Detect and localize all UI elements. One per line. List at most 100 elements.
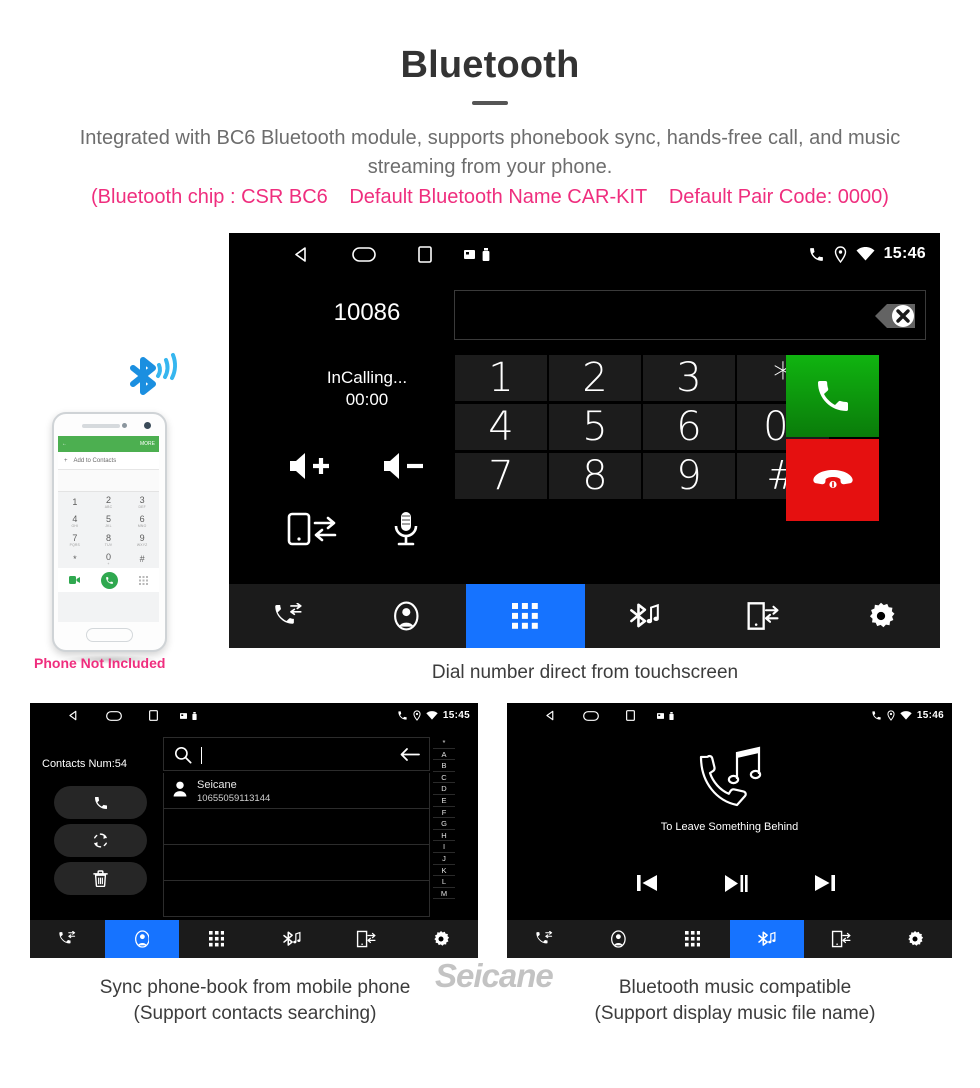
mute-mic-button[interactable] [361,505,451,553]
settings-gear-icon [432,930,450,948]
alpha-index-g[interactable]: G [433,818,455,830]
dial-key-8[interactable]: 8 [549,453,641,499]
phone-key-4: 4 GHI [71,513,79,528]
contacts-nav-bar[interactable] [30,920,478,958]
android-home-icon[interactable] [583,710,599,721]
play-pause-button[interactable] [714,868,758,898]
nav-settings-gear-button[interactable] [403,920,478,958]
usb-icon [192,711,197,720]
title-divider [472,101,508,105]
phone-sensor [122,423,127,428]
alpha-index-a[interactable]: A [433,749,455,761]
contacts-caption: Sync phone-book from mobile phone (Suppo… [10,975,500,1027]
call-timer: 00:00 [345,390,389,409]
alpha-index-b[interactable]: B [433,760,455,772]
end-call-button[interactable] [786,439,879,521]
dialer-clock: 15:46 [883,245,926,262]
nav-call-log-button[interactable] [229,584,348,648]
dial-key-4[interactable]: 4 [455,404,547,450]
alpha-index-k[interactable]: K [433,865,455,877]
table-row[interactable] [163,809,430,845]
spec-chip: (Bluetooth chip : CSR BC6 [91,186,328,208]
search-caret [201,747,202,764]
android-recents-icon[interactable] [418,245,432,263]
music-nav-bar[interactable] [507,920,952,958]
contacts-delete-button[interactable] [54,862,147,895]
plus-icon: + [64,457,68,464]
phone-key-1: 1 [72,496,78,507]
nav-call-log-button[interactable] [507,920,581,958]
alpha-index-star[interactable]: * [433,737,455,749]
page-subtitle: Integrated with BC6 Bluetooth module, su… [79,127,901,178]
nav-keypad-button[interactable] [179,920,254,958]
nav-settings-gear-button[interactable] [822,584,941,648]
nav-contacts-button[interactable] [581,920,655,958]
alpha-index-d[interactable]: D [433,783,455,795]
alpha-index-c[interactable]: C [433,772,455,784]
android-back-icon[interactable] [293,246,310,263]
alpha-index-i[interactable]: I [433,841,455,853]
nav-contacts-button[interactable] [104,920,180,958]
page-title: Bluetooth [400,44,580,86]
contacts-dial-button[interactable] [54,786,147,819]
alpha-index-j[interactable]: J [433,853,455,865]
alpha-index-f[interactable]: F [433,807,455,819]
alphabet-index[interactable]: * A B C D E F G H I J K L M [433,737,455,900]
android-home-icon[interactable] [106,710,122,721]
dial-key-9[interactable]: 9 [643,453,735,499]
alpha-index-l[interactable]: L [433,876,455,888]
next-track-button[interactable] [803,868,847,898]
table-row[interactable] [163,845,430,881]
nav-keypad-button[interactable] [655,920,729,958]
alpha-index-m[interactable]: M [433,888,455,900]
android-back-icon[interactable] [68,710,79,721]
number-input-box[interactable] [454,290,926,340]
contacts-search-bar[interactable] [163,737,430,771]
android-recents-icon[interactable] [626,710,635,721]
nav-phone-link-button[interactable] [804,920,878,958]
volume-up-button[interactable] [267,443,357,489]
dial-key-2[interactable]: 2 [549,355,641,401]
music-status-bar: 15:46 [507,703,952,728]
alpha-index-h[interactable]: H [433,830,455,842]
table-row[interactable]: Seicane 10655059113144 [163,773,430,809]
android-recents-icon[interactable] [149,710,158,721]
android-back-icon[interactable] [545,710,556,721]
nav-bluetooth-music-button[interactable] [585,584,704,648]
nav-bluetooth-music-button[interactable] [729,920,804,958]
music-screenshot: 15:46 To Leave Something Behind [507,703,952,958]
wifi-icon [426,711,438,720]
nav-phone-link-button[interactable] [329,920,404,958]
call-button[interactable] [786,355,879,437]
alpha-index-e[interactable]: E [433,795,455,807]
dial-key-7[interactable]: 7 [455,453,547,499]
nav-phone-link-button[interactable] [703,584,822,648]
phone-not-included-label: Phone Not Included [34,655,166,671]
phone-home-button [86,628,133,642]
dial-key-3[interactable]: 3 [643,355,735,401]
settings-gear-icon [866,601,896,631]
call-status-label: InCalling... [326,368,408,387]
nav-bluetooth-music-button[interactable] [254,920,329,958]
phone-back-arrow: ← [62,441,67,447]
android-home-icon[interactable] [352,246,376,262]
dial-key-6[interactable]: 6 [643,404,735,450]
usb-icon [669,711,674,720]
previous-track-button[interactable] [625,868,669,898]
dial-key-5[interactable]: 5 [549,404,641,450]
dialer-nav-bar[interactable] [229,584,940,648]
backspace-button[interactable] [861,299,917,333]
transfer-audio-button[interactable] [267,505,357,553]
location-icon [413,710,421,721]
table-row[interactable] [163,881,430,917]
nav-call-log-button[interactable] [30,920,105,958]
bluetooth-signal-icon [123,352,185,406]
search-back-arrow-icon[interactable] [400,747,420,762]
contacts-sync-button[interactable] [54,824,147,857]
volume-down-button[interactable] [361,443,451,489]
nav-keypad-button[interactable] [466,584,585,648]
dial-key-1[interactable]: 1 [455,355,547,401]
phone-link-icon [831,930,851,948]
nav-contacts-button[interactable] [348,584,467,648]
nav-settings-gear-button[interactable] [878,920,952,958]
